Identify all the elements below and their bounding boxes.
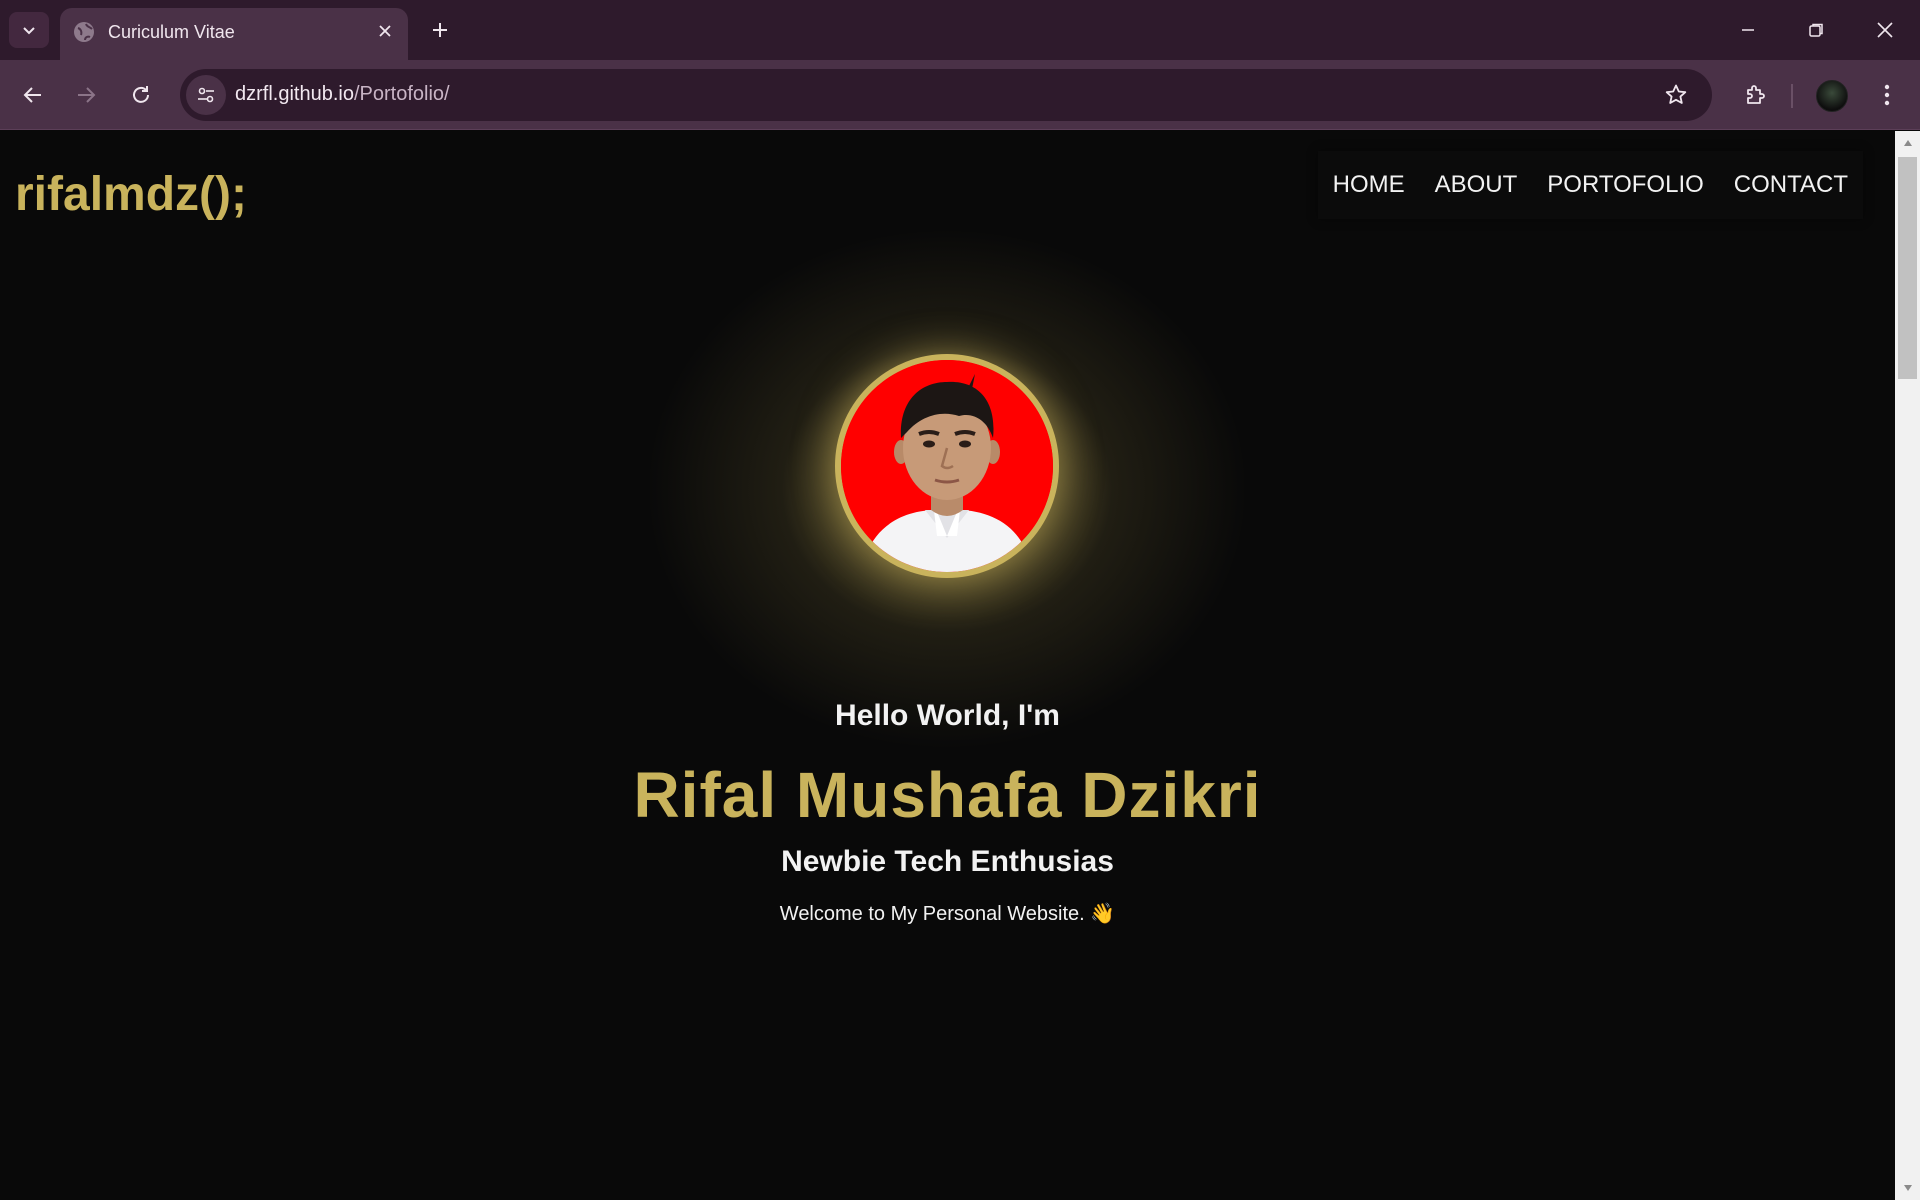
- tab-search-button[interactable]: [9, 12, 49, 48]
- profile-avatar[interactable]: [1816, 80, 1848, 112]
- url-domain: dzrfl.github.io: [235, 83, 354, 105]
- tab-strip: Curiculum Vitae: [0, 0, 1920, 60]
- back-icon: [23, 87, 41, 103]
- close-window-button[interactable]: [1860, 10, 1910, 50]
- scroll-down-button[interactable]: [1895, 1176, 1920, 1200]
- minimize-icon: [1742, 29, 1754, 31]
- tab-title: Curiculum Vitae: [108, 22, 235, 42]
- nav-contact[interactable]: CONTACT: [1734, 171, 1848, 199]
- hero-greeting: Hello World, I'm: [835, 699, 1060, 732]
- profile-photo: [835, 354, 1059, 578]
- hero-welcome: Welcome to My Personal Website. 👋: [779, 903, 1116, 925]
- reload-button[interactable]: [121, 75, 161, 115]
- arrow-up-icon: [1903, 140, 1912, 146]
- nav-portofolio[interactable]: PORTOFOLIO: [1547, 171, 1703, 199]
- site-info-button[interactable]: [186, 75, 226, 115]
- reload-icon: [133, 86, 149, 103]
- restore-icon: [1809, 23, 1823, 37]
- minimize-button[interactable]: [1723, 10, 1773, 50]
- person-portrait: [841, 360, 1053, 572]
- arrow-down-icon: [1903, 1185, 1912, 1191]
- site-settings-icon: [198, 87, 214, 103]
- address-bar[interactable]: dzrfl.github.io/Portofolio/: [180, 69, 1712, 121]
- scroll-thumb[interactable]: [1898, 157, 1917, 379]
- star-icon: [1665, 84, 1687, 104]
- plus-icon: [433, 23, 447, 37]
- url-path: /Portofolio/: [353, 83, 450, 105]
- url-text: dzrfl.github.io/Portofolio/: [235, 83, 450, 106]
- browser-menu-button[interactable]: [1872, 75, 1902, 115]
- back-button[interactable]: [13, 75, 53, 115]
- tab-close-button[interactable]: [372, 18, 398, 44]
- forward-icon: [78, 87, 96, 103]
- kebab-menu-icon: [1884, 84, 1890, 106]
- page-scrollbar[interactable]: [1895, 131, 1920, 1200]
- extensions-button[interactable]: [1735, 75, 1775, 115]
- main-nav: HOME ABOUT PORTOFOLIO CONTACT: [1317, 151, 1863, 219]
- browser-toolbar: dzrfl.github.io/Portofolio/: [0, 60, 1920, 130]
- chevron-down-icon: [23, 27, 35, 35]
- extensions-icon: [1747, 85, 1765, 104]
- close-icon: [379, 25, 391, 37]
- globe-icon: [74, 22, 94, 42]
- nav-home[interactable]: HOME: [1333, 171, 1405, 199]
- close-icon: [1877, 22, 1893, 38]
- forward-button[interactable]: [66, 75, 106, 115]
- site-logo[interactable]: rifalmdz();: [15, 167, 247, 222]
- nav-about[interactable]: ABOUT: [1435, 171, 1518, 199]
- bookmark-button[interactable]: [1662, 81, 1690, 109]
- active-tab[interactable]: Curiculum Vitae: [60, 8, 408, 60]
- page-viewport: rifalmdz(); HOME ABOUT PORTOFOLIO CONTAC…: [0, 131, 1895, 1200]
- new-tab-button[interactable]: [422, 12, 458, 48]
- hero-role: Newbie Tech Enthusias: [781, 845, 1114, 878]
- restore-button[interactable]: [1791, 10, 1841, 50]
- toolbar-divider: [1791, 84, 1793, 108]
- hero-name: Rifal Mushafa Dzikri: [633, 759, 1262, 831]
- scroll-up-button[interactable]: [1895, 131, 1920, 155]
